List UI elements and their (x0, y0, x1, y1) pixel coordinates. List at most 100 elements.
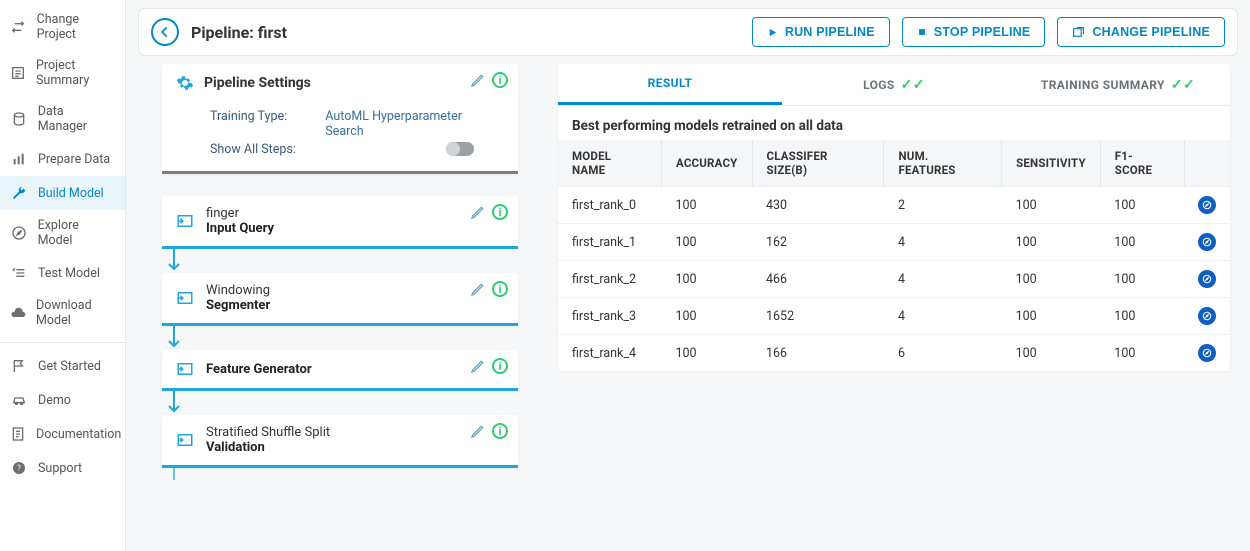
tab-logs[interactable]: LOGS✓✓ (782, 64, 1006, 105)
pipeline-step-card: i Stratified Shuffle SplitValidation (162, 415, 518, 468)
sidebar-item-explore-model[interactable]: Explore Model (0, 210, 125, 256)
tab-result[interactable]: RESULT (558, 64, 782, 105)
tab-training-summary[interactable]: TRAINING SUMMARY✓✓ (1006, 64, 1230, 105)
show-all-toggle[interactable] (446, 142, 474, 156)
gear-icon (176, 74, 194, 92)
stop-icon (917, 27, 927, 37)
info-step-button[interactable]: i (492, 423, 508, 439)
sidebar-item-test-model[interactable]: Test Model (0, 256, 125, 290)
edit-step-button[interactable] (470, 281, 486, 297)
stop-pipeline-button[interactable]: STOP PIPELINE (902, 17, 1046, 47)
table-cell: 100 (1002, 335, 1101, 372)
table-cell: first_rank_2 (558, 261, 662, 298)
pipeline-settings-card: Pipeline Settings i Training Type:AutoML… (162, 64, 518, 174)
edit-step-button[interactable] (470, 358, 486, 374)
sidebar-item-label: Explore Model (38, 218, 115, 248)
step-icon (176, 360, 194, 378)
table-cell: 4 (884, 261, 1002, 298)
sidebar-item-build-model[interactable]: Build Model (0, 176, 125, 210)
table-cell: 100 (1100, 298, 1184, 335)
sidebar-item-data-manager[interactable]: Data Manager (0, 96, 125, 142)
column-header[interactable]: ACCURACY (662, 140, 753, 187)
table-cell: 100 (1002, 261, 1101, 298)
explore-model-button[interactable] (1198, 307, 1216, 325)
step-title: Feature Generator (206, 362, 312, 377)
explore-model-button[interactable] (1198, 233, 1216, 251)
explore-model-button[interactable] (1198, 270, 1216, 288)
pipeline-step-card: i WindowingSegmenter (162, 273, 518, 326)
arrow-down-icon (162, 247, 518, 275)
table-row: first_rank_310016524100100 (558, 298, 1230, 335)
play-icon (767, 27, 778, 38)
sidebar-item-documentation[interactable]: Documentation (0, 417, 125, 451)
page-header: Pipeline: first RUN PIPELINE STOP PIPELI… (138, 8, 1238, 56)
sidebar-item-prepare-data[interactable]: Prepare Data (0, 142, 125, 176)
table-row: first_rank_41001666100100 (558, 335, 1230, 372)
sidebar-item-label: Build Model (38, 186, 104, 201)
edit-step-button[interactable] (470, 423, 486, 439)
table-cell: 100 (1100, 335, 1184, 372)
table-cell: 6 (884, 335, 1002, 372)
column-header[interactable]: NUM. FEATURES (884, 140, 1002, 187)
table-cell: 100 (1002, 298, 1101, 335)
results-title: Best performing models retrained on all … (558, 106, 1230, 140)
step-subtitle: Windowing (206, 283, 270, 298)
pipeline-step-card: ifingerInput Query (162, 196, 518, 249)
info-step-button[interactable]: i (492, 281, 508, 297)
show-all-label: Show All Steps: (210, 142, 300, 157)
info-settings-button[interactable]: i (492, 72, 508, 88)
checklist-icon (10, 264, 28, 282)
table-cell: 100 (1002, 187, 1101, 224)
sidebar-item-label: Test Model (38, 266, 100, 281)
column-header[interactable]: MODEL NAME (558, 140, 662, 187)
table-row: first_rank_21004664100100 (558, 261, 1230, 298)
db-icon (10, 110, 28, 128)
explore-model-button[interactable] (1198, 344, 1216, 362)
info-step-button[interactable]: i (492, 358, 508, 374)
check-icon: ✓✓ (1171, 77, 1195, 93)
table-cell: 100 (662, 187, 753, 224)
arrow-down-icon (162, 324, 518, 352)
compass-icon (10, 224, 28, 242)
doc-icon (10, 425, 26, 443)
sidebar-item-label: Download Model (36, 298, 115, 328)
sidebar-item-label: Change Project (37, 12, 115, 42)
results-panel: RESULT LOGS✓✓ TRAINING SUMMARY✓✓ Best pe… (558, 64, 1230, 371)
sidebar-item-demo[interactable]: Demo (0, 383, 125, 417)
step-icon (176, 289, 194, 307)
sidebar-item-label: Project Summary (36, 58, 115, 88)
back-button[interactable] (151, 18, 179, 46)
sidebar-item-change-project[interactable]: Change Project (0, 4, 125, 50)
arrow-down-icon (162, 466, 518, 484)
table-cell: first_rank_0 (558, 187, 662, 224)
step-icon (176, 431, 194, 449)
table-cell: first_rank_1 (558, 224, 662, 261)
settings-title: Pipeline Settings (204, 75, 311, 91)
table-cell: 2 (884, 187, 1002, 224)
step-title: Segmenter (206, 298, 270, 313)
arrow-down-icon (162, 389, 518, 417)
column-header[interactable]: F1-SCORE (1100, 140, 1184, 187)
sidebar-item-support[interactable]: ? Support (0, 451, 125, 485)
edit-step-button[interactable] (470, 204, 486, 220)
bars-icon (10, 150, 28, 168)
change-pipeline-button[interactable]: CHANGE PIPELINE (1057, 17, 1225, 47)
table-cell: 162 (752, 224, 884, 261)
sidebar-item-label: Demo (38, 393, 71, 408)
edit-settings-button[interactable] (470, 72, 486, 88)
sidebar-item-download-model[interactable]: Download Model (0, 290, 125, 336)
column-header[interactable]: SENSITIVITY (1002, 140, 1101, 187)
svg-text:?: ? (17, 464, 21, 473)
info-step-button[interactable]: i (492, 204, 508, 220)
wrench-icon (10, 184, 28, 202)
table-cell: 100 (662, 298, 753, 335)
step-subtitle: Stratified Shuffle Split (206, 425, 330, 440)
explore-model-button[interactable] (1198, 196, 1216, 214)
sidebar-item-project-summary[interactable]: Project Summary (0, 50, 125, 96)
sidebar-item-get-started[interactable]: Get Started (0, 349, 125, 383)
column-header[interactable]: CLASSIFER SIZE(B) (752, 140, 884, 187)
step-title: Validation (206, 440, 330, 455)
run-pipeline-button[interactable]: RUN PIPELINE (752, 17, 890, 47)
pipeline-step-card: i Feature Generator (162, 350, 518, 391)
sidebar-item-label: Support (38, 461, 82, 476)
